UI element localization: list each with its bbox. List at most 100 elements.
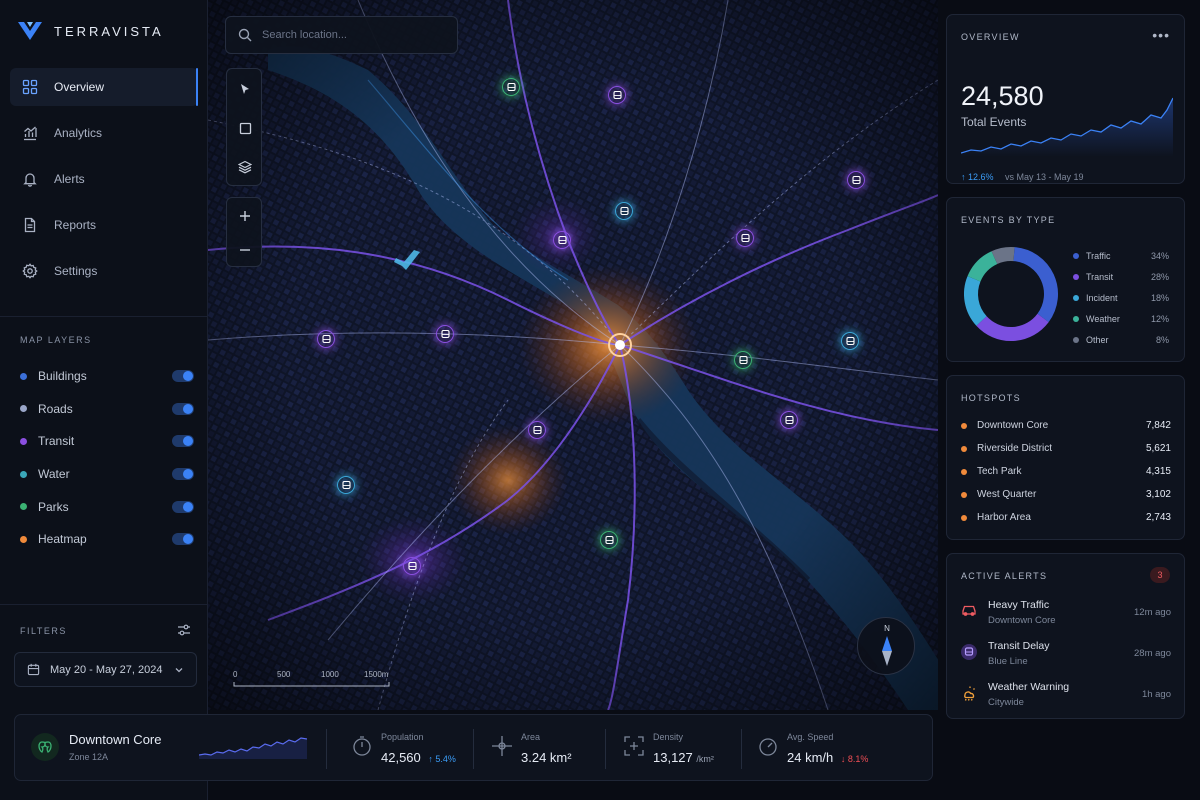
donut-slice-incident[interactable] xyxy=(964,276,987,326)
hotspot-name: Harbor Area xyxy=(977,512,1031,523)
nav-item-reports[interactable]: Reports xyxy=(10,206,198,244)
plus-icon xyxy=(240,211,250,221)
stat-value: 3.24 km² xyxy=(521,750,572,765)
stat-value: 13,127 xyxy=(653,750,693,765)
sliders-icon[interactable] xyxy=(177,623,191,637)
alert-item-heavy-traffic[interactable]: Heavy Traffic Downtown Core 12m ago xyxy=(961,599,1171,635)
legend-row-traffic: Traffic 34% xyxy=(1073,246,1169,267)
bus-icon xyxy=(440,329,450,338)
stat-value: 24 km/h xyxy=(787,750,834,765)
bus-icon xyxy=(506,82,516,91)
hotspot-row[interactable]: Downtown Core 7,842 xyxy=(961,414,1171,437)
legend-dot xyxy=(1073,315,1079,322)
search-box[interactable] xyxy=(225,16,458,54)
layer-row-heatmap: Heatmap xyxy=(20,523,194,556)
divider xyxy=(0,604,208,605)
donut-slice-other[interactable] xyxy=(991,247,1015,265)
nav-item-label: Analytics xyxy=(54,126,103,140)
stat-unit: /km² xyxy=(696,754,714,764)
legend-label: Weather xyxy=(1086,313,1120,324)
layer-toggle-transit[interactable] xyxy=(172,435,194,448)
bus-icon xyxy=(961,644,977,660)
layer-toggle-parks[interactable] xyxy=(172,500,194,513)
date-range-picker[interactable]: May 20 - May 27, 2024 xyxy=(14,652,197,687)
layer-toggle-roads[interactable] xyxy=(172,402,194,415)
layers-tool-button[interactable] xyxy=(227,149,263,185)
transit-stop-marker[interactable] xyxy=(736,229,754,247)
layer-toggle-buildings[interactable] xyxy=(172,370,194,383)
more-options-button[interactable]: ••• xyxy=(1152,27,1170,43)
map-view[interactable]: 0 500 1000 1500m N xyxy=(208,0,938,710)
hotspot-row[interactable]: Harbor Area 2,743 xyxy=(961,506,1171,529)
nav-item-label: Alerts xyxy=(54,172,85,186)
bus-icon xyxy=(407,561,417,570)
nav-item-alerts[interactable]: Alerts xyxy=(10,160,198,198)
alert-item-transit-delay[interactable]: Transit Delay Blue Line 28m ago xyxy=(961,640,1171,676)
layer-row-roads: Roads xyxy=(20,393,194,426)
layer-toggle-heatmap[interactable] xyxy=(172,533,194,546)
nav-item-analytics[interactable]: Analytics xyxy=(10,114,198,152)
layer-toggle-water[interactable] xyxy=(172,468,194,481)
alert-location: Blue Line xyxy=(988,656,1028,667)
select-tool-button[interactable] xyxy=(227,71,263,107)
alert-item-weather-warning[interactable]: Weather Warning Citywide 1h ago xyxy=(961,681,1171,717)
document-icon xyxy=(24,217,36,233)
search-input[interactable] xyxy=(262,29,442,41)
legend-row-incident: Incident 18% xyxy=(1073,288,1169,309)
legend-value: 12% xyxy=(1150,313,1169,324)
legend-value: 8% xyxy=(1155,334,1169,345)
alert-location: Citywide xyxy=(988,697,1024,708)
hotspot-name: Riverside District xyxy=(977,443,1053,454)
area-tool-button[interactable] xyxy=(227,110,263,146)
hotspot-row[interactable]: Tech Park 4,315 xyxy=(961,460,1171,483)
zone-code: Zone 12A xyxy=(69,752,109,762)
hotspots-panel: HOTSPOTS Downtown Core 7,842 Riverside Di… xyxy=(946,375,1185,540)
transit-stop-marker[interactable] xyxy=(436,325,454,343)
zoom-controls xyxy=(226,197,262,267)
transit-stop-marker[interactable] xyxy=(847,171,865,189)
scale-label: 500 xyxy=(277,670,291,679)
transit-stop-marker[interactable] xyxy=(403,557,421,575)
nav-item-label: Settings xyxy=(54,264,98,278)
bus-icon xyxy=(341,480,351,489)
compass[interactable]: N xyxy=(857,617,915,675)
transit-stop-marker[interactable] xyxy=(841,332,859,350)
filters-title: FILTERS xyxy=(20,626,67,636)
hotspot-row[interactable]: Riverside District 5,621 xyxy=(961,437,1171,460)
hotspot-row[interactable]: West Quarter 3,102 xyxy=(961,483,1171,506)
transit-stop-marker[interactable] xyxy=(615,202,633,220)
transit-stop-marker[interactable] xyxy=(780,411,798,429)
divider xyxy=(473,729,474,769)
donut-slice-traffic[interactable] xyxy=(1013,247,1058,323)
transit-stop-marker[interactable] xyxy=(600,531,618,549)
transit-stop-marker[interactable] xyxy=(502,78,520,96)
transit-stop-marker[interactable] xyxy=(528,421,546,439)
stat-label: Population xyxy=(381,732,424,742)
bus-icon xyxy=(532,425,542,434)
panel-title: OVERVIEW xyxy=(961,32,1020,42)
map-canvas[interactable] xyxy=(208,0,938,710)
transit-stop-marker[interactable] xyxy=(317,330,335,348)
transit-stop-marker[interactable] xyxy=(553,231,571,249)
layer-row-transit: Transit xyxy=(20,425,194,458)
transit-stop-marker[interactable] xyxy=(337,476,355,494)
panel-title: HOTSPOTS xyxy=(961,393,1021,403)
donut-slice-transit[interactable] xyxy=(976,313,1049,341)
brand[interactable]: TERRAVISTA xyxy=(18,18,164,44)
layer-color-dot xyxy=(20,535,27,543)
scan-icon xyxy=(624,736,644,756)
layer-label: Heatmap xyxy=(38,532,87,547)
transit-stop-marker[interactable] xyxy=(734,351,752,369)
nav-item-label: Overview xyxy=(54,80,105,94)
nav-item-overview[interactable]: Overview xyxy=(10,68,198,106)
legend-value: 18% xyxy=(1150,292,1169,303)
donut-slice-weather[interactable] xyxy=(967,251,998,282)
bell-icon xyxy=(23,173,37,187)
zone-sparkline xyxy=(199,737,307,759)
grid-icon xyxy=(22,79,38,95)
nav-item-settings[interactable]: Settings xyxy=(10,252,198,290)
alert-location: Downtown Core xyxy=(988,615,1056,626)
zoom-out-button[interactable] xyxy=(227,232,263,268)
transit-stop-marker[interactable] xyxy=(608,86,626,104)
zoom-in-button[interactable] xyxy=(227,198,263,234)
